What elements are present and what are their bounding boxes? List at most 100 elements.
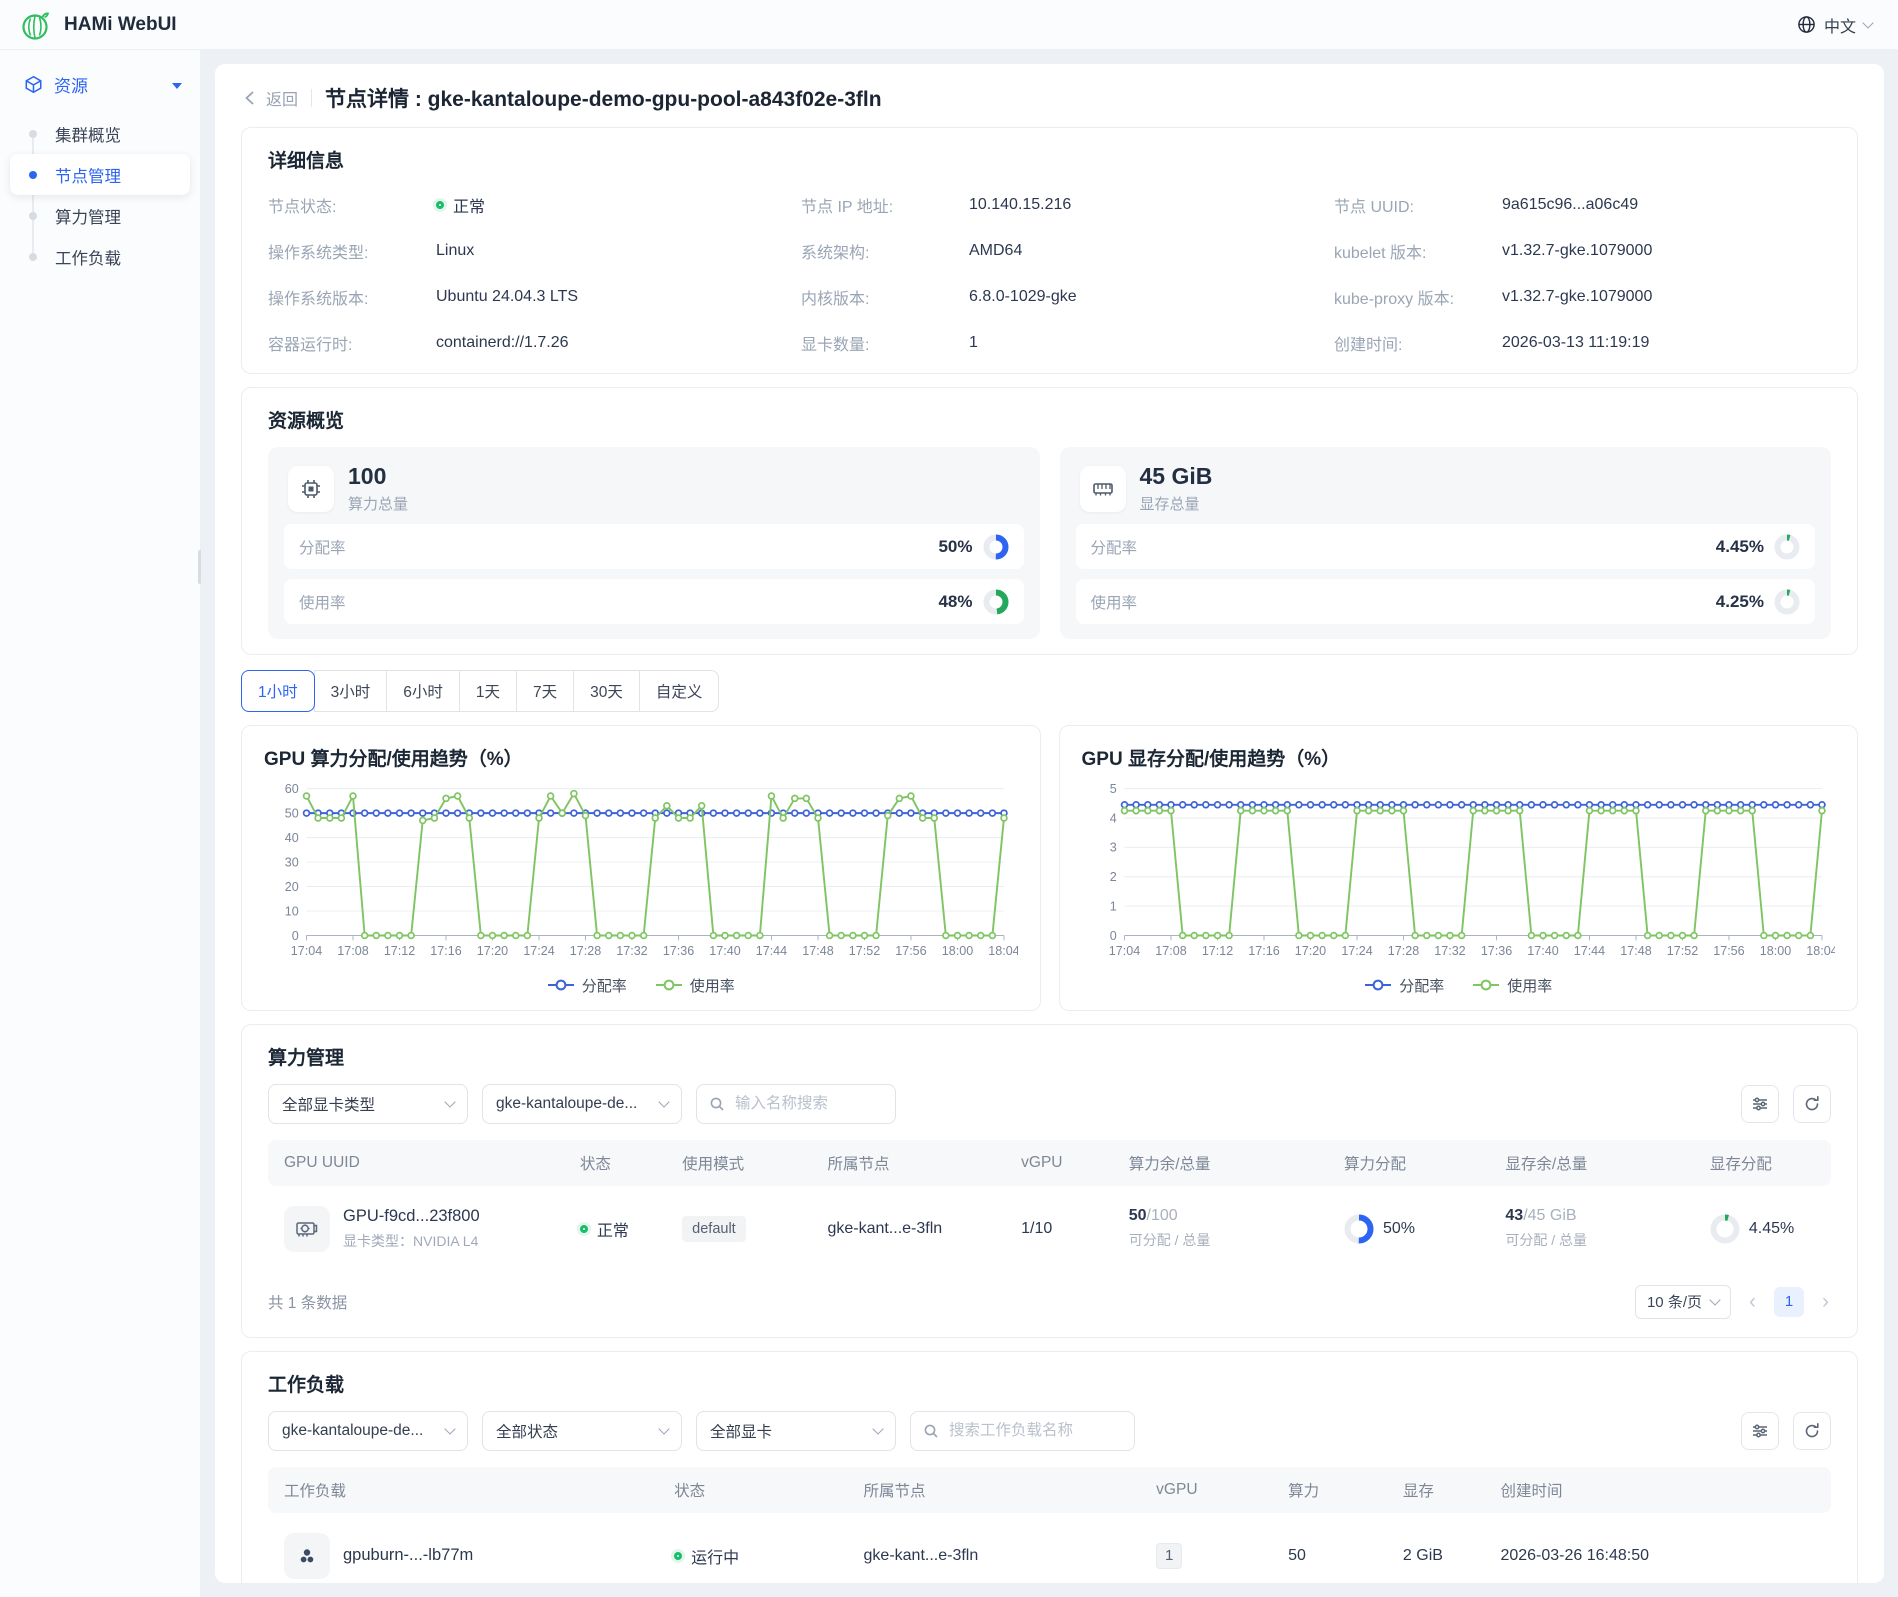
language-label: 中文 xyxy=(1824,13,1856,37)
detail-field: kube-proxy 版本:v1.32.7-gke.1079000 xyxy=(1334,285,1831,309)
detail-field: 系统架构:AMD64 xyxy=(801,239,1298,263)
workload-filters: gke-kantaloupe-de... 全部状态 全部显卡 xyxy=(268,1411,1831,1451)
svg-text:17:52: 17:52 xyxy=(1666,944,1697,958)
svg-text:18:04: 18:04 xyxy=(988,944,1017,958)
sidebar-group-resources[interactable]: 资源 xyxy=(0,50,200,111)
compute-total-label: 算力总量 xyxy=(348,493,408,514)
alloc-rate-label: 分配率 xyxy=(1091,536,1138,558)
gpu-status: 正常 xyxy=(580,1217,658,1241)
gpu-compute-remaining: 50/100 可分配 / 总量 xyxy=(1117,1207,1332,1250)
sidebar-item-compute-management[interactable]: 算力管理 xyxy=(10,195,190,236)
gpu-uuid-link[interactable]: GPU-f9cd...23f800 xyxy=(343,1207,480,1226)
charts-row: GPU 算力分配/使用趋势（%） 010203040506017:0417:08… xyxy=(241,725,1858,1010)
workload-memory: 2 GiB xyxy=(1391,1547,1489,1565)
compute-alloc-rate-row: 分配率 50% xyxy=(284,524,1024,569)
chevron-down-icon xyxy=(172,83,182,89)
prev-page-button[interactable]: ‹ xyxy=(1747,1291,1758,1312)
time-tab-4[interactable]: 1天 xyxy=(459,670,517,712)
detail-field-value: v1.32.7-gke.1079000 xyxy=(1502,242,1652,260)
next-page-button[interactable]: › xyxy=(1820,1291,1831,1312)
svg-text:17:12: 17:12 xyxy=(384,944,415,958)
legend-item-分配率[interactable]: 分配率 xyxy=(1364,975,1444,996)
compute-management-title: 算力管理 xyxy=(268,1043,1831,1070)
workload-gpu-select[interactable]: 全部显卡 xyxy=(696,1411,896,1451)
sidebar: 资源 集群概览 节点管理 算力管理 工作负载 xyxy=(0,50,201,1597)
svg-text:17:04: 17:04 xyxy=(1108,944,1139,958)
legend-item-使用率[interactable]: 使用率 xyxy=(1472,975,1552,996)
language-selector[interactable]: 中文 xyxy=(1797,13,1872,37)
detail-field: 显卡数量:1 xyxy=(801,331,1298,355)
svg-text:0: 0 xyxy=(292,929,299,943)
sidebar-item-cluster-overview[interactable]: 集群概览 xyxy=(10,113,190,154)
back-button[interactable]: 返回 xyxy=(241,86,298,110)
workload-status-select[interactable]: 全部状态 xyxy=(482,1411,682,1451)
status-dot-icon xyxy=(580,1225,588,1233)
usage-rate-donut xyxy=(1774,589,1800,615)
detail-field-label: 节点 UUID: xyxy=(1334,193,1502,217)
hami-logo-icon xyxy=(20,9,52,41)
time-tab-2[interactable]: 3小时 xyxy=(314,670,388,712)
gpu-type-select[interactable]: 全部显卡类型 xyxy=(268,1084,468,1124)
gpu-search-input[interactable] xyxy=(733,1094,883,1114)
svg-text:17:04: 17:04 xyxy=(291,944,322,958)
chevron-down-icon xyxy=(1709,1294,1720,1305)
node-select[interactable]: gke-kantaloupe-de... xyxy=(482,1084,682,1124)
legend-item-分配率[interactable]: 分配率 xyxy=(547,975,627,996)
detail-field-label: 容器运行时: xyxy=(268,331,436,355)
sidebar-group-label: 资源 xyxy=(54,72,161,97)
refresh-button[interactable] xyxy=(1793,1085,1831,1123)
detail-field: 操作系统类型:Linux xyxy=(268,239,765,263)
legend-item-使用率[interactable]: 使用率 xyxy=(655,975,735,996)
svg-text:17:08: 17:08 xyxy=(337,944,368,958)
svg-text:2: 2 xyxy=(1109,870,1116,884)
time-tab-6[interactable]: 30天 xyxy=(573,670,640,712)
sidebar-item-node-management[interactable]: 节点管理 xyxy=(10,154,190,195)
alloc-rate-label: 分配率 xyxy=(299,536,346,558)
sidebar-item-workloads[interactable]: 工作负载 xyxy=(10,236,190,277)
column-settings-button[interactable] xyxy=(1741,1085,1779,1123)
workload-node-select[interactable]: gke-kantaloupe-de... xyxy=(268,1411,468,1451)
svg-text:17:56: 17:56 xyxy=(895,944,926,958)
page-number-1[interactable]: 1 xyxy=(1774,1287,1804,1317)
time-tab-5[interactable]: 7天 xyxy=(516,670,574,712)
detail-field-value: AMD64 xyxy=(969,242,1022,260)
status-dot-icon xyxy=(674,1552,682,1560)
workload-search xyxy=(910,1411,1135,1451)
legend-marker-icon xyxy=(655,979,683,991)
svg-text:17:28: 17:28 xyxy=(570,944,601,958)
detail-field-label: 操作系统版本: xyxy=(268,285,436,309)
svg-text:17:36: 17:36 xyxy=(663,944,694,958)
overview-panel-title: 资源概览 xyxy=(268,406,1831,433)
detail-field-label: 节点 IP 地址: xyxy=(801,193,969,217)
content-area: 返回 节点详情 : gke-kantaloupe-demo-gpu-pool-a… xyxy=(201,50,1898,1597)
svg-text:17:40: 17:40 xyxy=(709,944,740,958)
back-arrow-icon xyxy=(241,89,259,107)
svg-text:17:48: 17:48 xyxy=(802,944,833,958)
svg-text:17:24: 17:24 xyxy=(523,944,554,958)
time-tab-3[interactable]: 6小时 xyxy=(386,670,460,712)
workload-search-input[interactable] xyxy=(947,1421,1122,1441)
workload-name-link[interactable]: gpuburn-...-lb77m xyxy=(343,1546,473,1565)
usage-rate-label: 使用率 xyxy=(299,591,346,613)
time-tab-1[interactable]: 1小时 xyxy=(241,670,315,712)
svg-text:10: 10 xyxy=(285,905,299,919)
memory-total-value: 45 GiB xyxy=(1140,464,1213,489)
time-tab-7[interactable]: 自定义 xyxy=(639,670,720,712)
memory-trend-chart-card: GPU 显存分配/使用趋势（%） 01234517:0417:0817:1217… xyxy=(1059,725,1859,1010)
detail-field-label: 创建时间: xyxy=(1334,331,1502,355)
detail-field-value: v1.32.7-gke.1079000 xyxy=(1502,288,1652,306)
workload-table-row: gpuburn-...-lb77m 运行中 gke-kant...e-3fln … xyxy=(268,1513,1831,1584)
usage-rate-label: 使用率 xyxy=(1091,591,1138,613)
compute-trend-legend: 分配率 使用率 xyxy=(264,975,1018,1000)
column-settings-button[interactable] xyxy=(1741,1412,1779,1450)
page-size-select[interactable]: 10 条/页 xyxy=(1635,1285,1731,1319)
refresh-button[interactable] xyxy=(1793,1412,1831,1450)
gpu-card-icon xyxy=(284,1206,330,1252)
detail-field-value: 10.140.15.216 xyxy=(969,196,1071,214)
svg-text:17:20: 17:20 xyxy=(477,944,508,958)
detail-field: 节点状态:正常 xyxy=(268,193,765,217)
svg-text:17:24: 17:24 xyxy=(1341,944,1372,958)
detail-field: 节点 IP 地址:10.140.15.216 xyxy=(801,193,1298,217)
alloc-rate-donut xyxy=(1774,534,1800,560)
header-divider xyxy=(311,89,312,107)
